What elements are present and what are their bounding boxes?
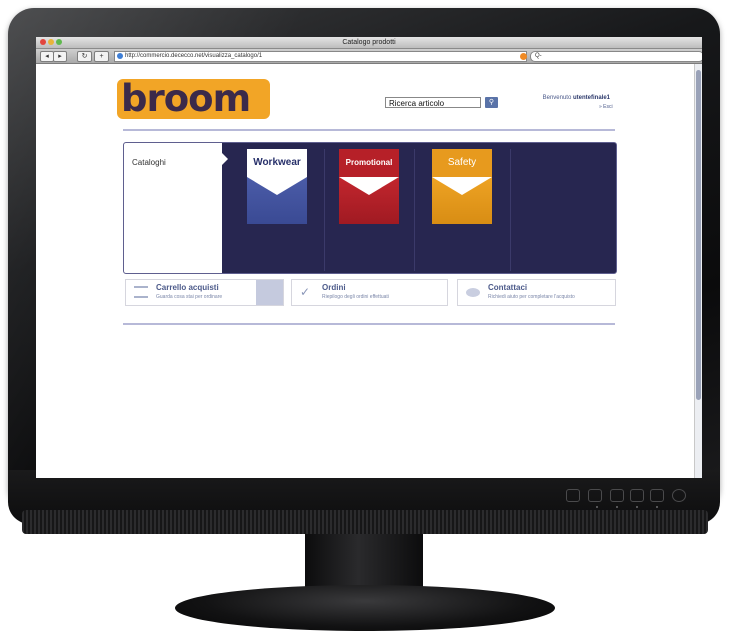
browser-toolbar: ◂ ▸ ↻ + http://commercio.dececco.net/vis… — [36, 49, 702, 64]
catalog-card-image — [339, 177, 399, 224]
window-titlebar: Catalogo prodotti — [36, 37, 702, 49]
address-bar[interactable]: http://commercio.dececco.net/visualizza_… — [114, 51, 527, 62]
column-divider — [510, 149, 511, 271]
add-bookmark-button[interactable]: + — [94, 51, 109, 62]
forward-button[interactable]: ▸ — [53, 51, 67, 62]
monitor-button-input-icon[interactable] — [566, 489, 580, 502]
checkmark-icon: ✓ — [300, 285, 311, 299]
speech-bubble-icon — [466, 288, 480, 297]
catalog-label: Cataloghi — [132, 158, 166, 167]
welcome-text: Benvenuto utentefinale1 — [543, 95, 610, 101]
catalog-card-workwear[interactable]: Workwear — [247, 149, 307, 224]
orders-link[interactable]: ✓ Ordini Riepilogo degli ordini effettua… — [291, 279, 448, 306]
catalog-label-box: Cataloghi — [124, 143, 228, 273]
back-button[interactable]: ◂ — [40, 51, 54, 62]
browser-window: Catalogo prodotti ◂ ▸ ↻ + http://commerc… — [36, 37, 702, 478]
shopping-cart-link[interactable]: Carrello acquisti Guarda cosa stai per o… — [125, 279, 284, 306]
cart-count-box — [256, 280, 283, 305]
monitor-button-auto-icon[interactable] — [650, 489, 664, 502]
site-globe-icon — [117, 53, 123, 59]
column-divider — [324, 149, 325, 271]
search-icon: ⚲ — [488, 99, 495, 106]
logout-link[interactable]: » Esci — [599, 104, 613, 110]
address-bar-url: http://commercio.dececco.net/visualizza_… — [125, 53, 263, 59]
header-divider — [123, 129, 615, 131]
column-divider — [414, 149, 415, 271]
browser-search-field[interactable]: Q- — [530, 51, 702, 62]
welcome-prefix: Benvenuto — [542, 95, 573, 101]
monitor-speaker-grille — [22, 510, 708, 534]
monitor-stand-base — [175, 585, 555, 631]
catalog-card-label: Safety — [432, 149, 492, 177]
broom-logo[interactable]: broom — [117, 79, 270, 119]
reload-button[interactable]: ↻ — [77, 51, 92, 62]
catalog-card-label: Promotional — [339, 149, 399, 177]
catalog-card-promotional[interactable]: Promotional — [339, 149, 399, 224]
window-title: Catalogo prodotti — [342, 39, 396, 46]
link-subtitle: Guarda cosa stai per ordinare — [156, 294, 223, 300]
led-indicator — [636, 506, 638, 508]
link-title: Contattaci — [488, 283, 528, 292]
link-title: Carrello acquisti — [156, 283, 219, 292]
scrollbar-thumb[interactable] — [696, 70, 701, 400]
monitor-button-plus-icon[interactable] — [630, 489, 644, 502]
monitor-button-minus-icon[interactable] — [610, 489, 624, 502]
led-indicator — [616, 506, 618, 508]
link-subtitle: Richiedi aiuto per completare l'acquisto — [488, 294, 575, 300]
vertical-scrollbar[interactable] — [694, 64, 702, 478]
rss-icon[interactable] — [520, 53, 527, 60]
link-subtitle: Riepilogo degli ordini effettuati — [322, 294, 389, 300]
username-link[interactable]: utentefinale1 — [573, 95, 610, 101]
contact-link[interactable]: Contattaci Richiedi aiuto per completare… — [457, 279, 616, 306]
article-search-input[interactable]: Ricerca articolo — [385, 97, 481, 108]
catalog-card-safety[interactable]: Safety — [432, 149, 492, 224]
monitor-button-menu-icon[interactable] — [588, 489, 602, 502]
led-indicator — [596, 506, 598, 508]
catalog-card-label: Workwear — [247, 149, 307, 177]
cart-icon — [134, 286, 148, 298]
catalog-card-image — [432, 177, 492, 224]
catalog-card-image — [247, 177, 307, 224]
led-indicator — [656, 506, 658, 508]
footer-divider — [123, 323, 615, 325]
search-button[interactable]: ⚲ — [485, 97, 498, 108]
link-title: Ordini — [322, 283, 346, 292]
monitor-power-icon[interactable] — [672, 489, 686, 502]
catalog-panel: Cataloghi Workwear Promotional Safety — [123, 142, 617, 274]
